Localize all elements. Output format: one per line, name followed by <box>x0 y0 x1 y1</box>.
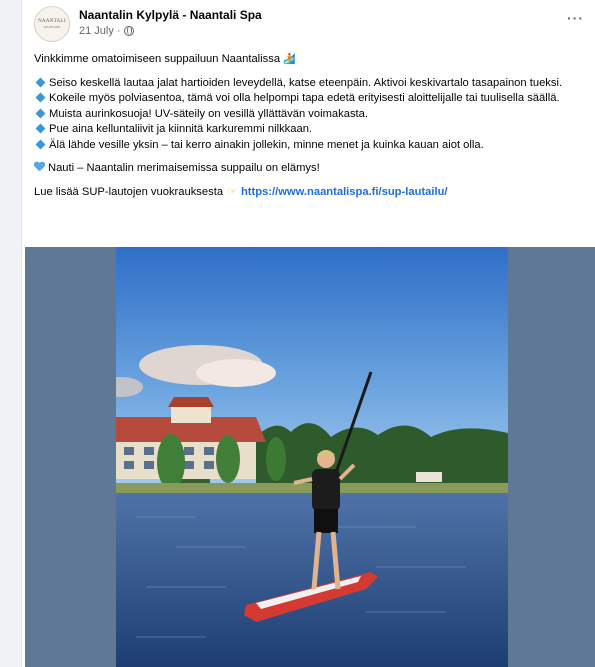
tip-item: Seiso keskellä lautaa jalat hartioiden l… <box>34 76 589 92</box>
tip-item: Kokeile myös polviasentoa, tämä voi olla… <box>34 91 589 107</box>
page-avatar[interactable]: NAANTALI SPA RESORT <box>34 6 70 42</box>
blue-heart-icon <box>34 162 45 172</box>
closing-line: Nauti – Naantalin merimaisemissa suppail… <box>34 161 589 177</box>
more-info-text: Lue lisää SUP-lautojen vuokrauksesta <box>34 185 224 198</box>
intro-text: Vinkkimme omatoimiseen suppailuun Naanta… <box>34 53 281 65</box>
post-date[interactable]: 21 July <box>79 25 114 37</box>
surfer-icon: 🏄 <box>283 54 296 65</box>
blue-diamond-icon <box>35 139 46 149</box>
page-name-link[interactable]: Naantalin Kylpylä - Naantali Spa <box>79 8 262 22</box>
closing-text: Nauti – Naantalin merimaisemissa suppail… <box>48 162 320 174</box>
post-photo[interactable] <box>116 247 508 667</box>
post-text: Vinkkimme omatoimiseen suppailuun Naanta… <box>34 52 589 200</box>
blue-diamond-icon <box>35 77 46 87</box>
tip-text: Älä lähde vesille yksin – tai kerro aina… <box>49 138 484 151</box>
blue-diamond-icon <box>35 108 46 118</box>
tip-item: Älä lähde vesille yksin – tai kerro aina… <box>34 138 589 154</box>
sup-rental-link[interactable]: https://www.naantalispa.fi/sup-lautailu/ <box>241 186 448 198</box>
tip-item: Pue aina kelluntaliivit ja kiinnitä kark… <box>34 122 589 138</box>
post-card: NAANTALI SPA RESORT Naantalin Kylpylä - … <box>21 0 595 667</box>
post-header: NAANTALI SPA RESORT Naantalin Kylpylä - … <box>34 6 584 44</box>
post-photo-frame <box>25 247 595 667</box>
globe-icon <box>123 26 134 36</box>
pointing-hand-icon: ☞ <box>227 185 237 198</box>
blue-diamond-icon <box>35 92 46 103</box>
more-info-line: Lue lisää SUP-lautojen vuokrauksesta ☞ htt… <box>34 185 589 201</box>
post-meta: 21 July · <box>79 25 134 37</box>
blue-diamond-icon <box>35 123 46 134</box>
sup-paddler-photo <box>116 247 508 667</box>
tip-text: Pue aina kelluntaliivit ja kiinnitä kark… <box>49 123 313 135</box>
post-intro: Vinkkimme omatoimiseen suppailuun Naanta… <box>34 52 589 68</box>
avatar-logo-text: NAANTALI <box>38 19 66 24</box>
tip-text: Kokeile myös polviasentoa, tämä voi olla… <box>49 92 560 104</box>
tip-item: Muista aurinkosuoja! UV-säteily on vesil… <box>34 107 589 123</box>
tip-text: Seiso keskellä lautaa jalat hartioiden l… <box>49 76 563 89</box>
tip-text: Muista aurinkosuoja! UV-säteily on vesil… <box>49 107 368 120</box>
more-options-icon[interactable]: ··· <box>567 10 584 26</box>
meta-separator: · <box>116 25 121 37</box>
avatar-logo-sub: SPA RESORT <box>43 25 61 29</box>
